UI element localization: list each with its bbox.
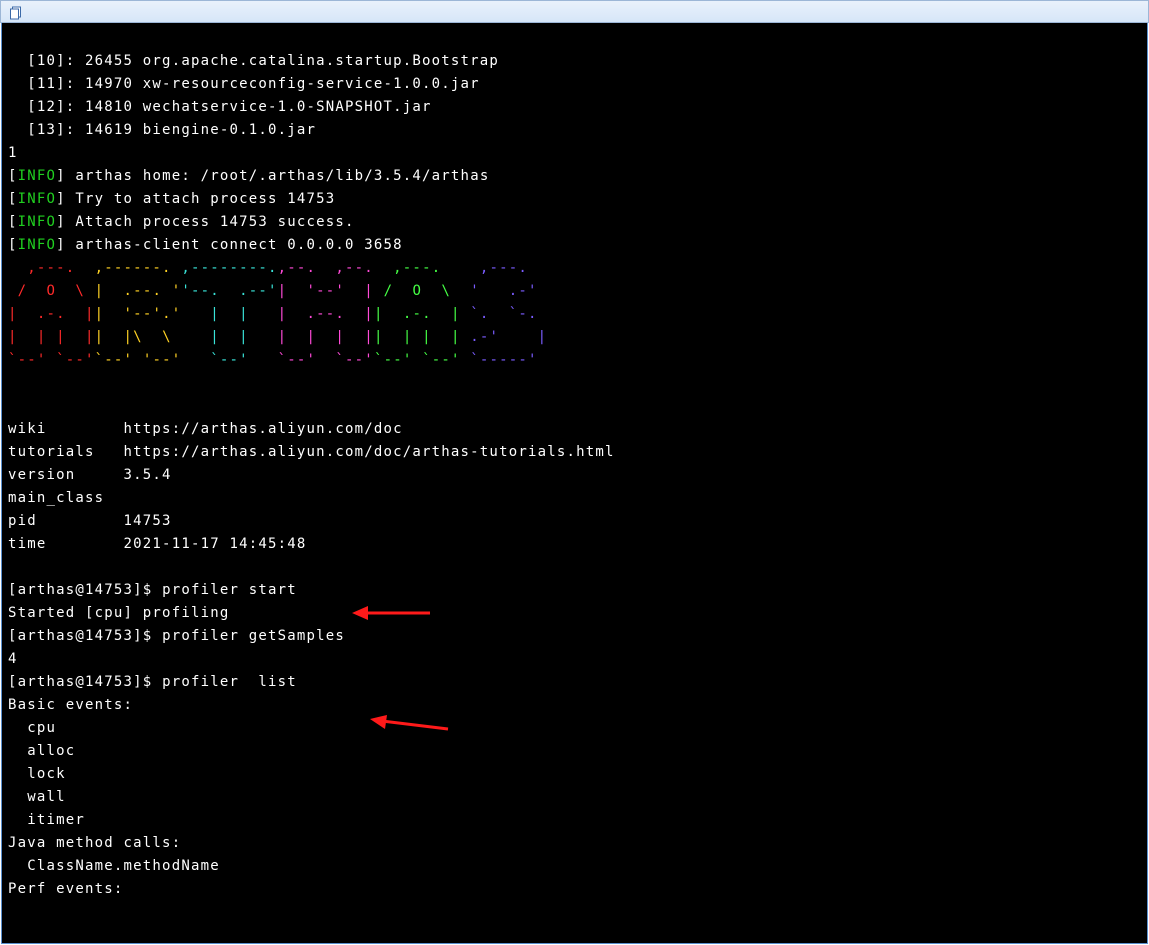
shell-output-line: alloc	[8, 743, 75, 759]
info-line: [INFO] arthas home: /root/.arthas/lib/3.…	[8, 168, 489, 184]
shell-output-line: itimer	[8, 812, 85, 828]
meta-row: tutorials https://arthas.aliyun.com/doc/…	[8, 444, 615, 460]
shell-output-line: wall	[8, 789, 66, 805]
shell-output-line: cpu	[8, 720, 56, 736]
info-line: [INFO] Try to attach process 14753	[8, 191, 335, 207]
shell-command: profiler list	[162, 674, 297, 690]
shell-prompt: [arthas@14753]$	[8, 674, 162, 690]
process-line: [13]: 14619 biengine-0.1.0.jar	[8, 122, 316, 138]
meta-row: wiki https://arthas.aliyun.com/doc	[8, 421, 403, 437]
info-line: [INFO] Attach process 14753 success.	[8, 214, 355, 230]
shell-output-line: lock	[8, 766, 66, 782]
shell-prompt: [arthas@14753]$	[8, 582, 162, 598]
ascii-banner-row: | .-. || '--'.' | | | .--. || .-. | `. `…	[8, 306, 547, 322]
terminal-output[interactable]: [10]: 26455 org.apache.catalina.startup.…	[1, 23, 1148, 944]
process-line: [10]: 26455 org.apache.catalina.startup.…	[8, 53, 499, 69]
meta-row: pid 14753	[8, 513, 172, 529]
meta-row: version 3.5.4	[8, 467, 172, 483]
meta-row: main_class	[8, 490, 124, 506]
info-line: [INFO] arthas-client connect 0.0.0.0 365…	[8, 237, 403, 253]
shell-prompt: [arthas@14753]$	[8, 628, 162, 644]
process-line: [12]: 14810 wechatservice-1.0-SNAPSHOT.j…	[8, 99, 432, 115]
ascii-banner-row: / O \ | .--. ''--. .--'| '--' | / O \ ' …	[8, 283, 547, 299]
meta-row: time 2021-11-17 14:45:48	[8, 536, 307, 552]
copy-icon[interactable]	[9, 5, 23, 19]
process-line: [11]: 14970 xw-resourceconfig-service-1.…	[8, 76, 480, 92]
shell-output-line: Basic events:	[8, 697, 133, 713]
user-input-choice: 1	[8, 145, 18, 161]
ascii-banner-row: `--' `--'`--' '--' `--' `--' `--'`--' `-…	[8, 352, 547, 368]
shell-output-line: ClassName.methodName	[8, 858, 220, 874]
shell-command: profiler getSamples	[162, 628, 345, 644]
window-titlebar	[0, 0, 1149, 23]
ascii-banner-row: ,---. ,------. ,--------.,--. ,--. ,---.…	[8, 260, 547, 276]
shell-output-line: Started [cpu] profiling	[8, 605, 229, 621]
ascii-banner-row: | | | || |\ \ | | | | | || | | | .-' |	[8, 329, 547, 345]
shell-output-line: Perf events:	[8, 881, 124, 897]
shell-output-line: 4	[8, 651, 18, 667]
shell-output-line: Java method calls:	[8, 835, 181, 851]
shell-command: profiler start	[162, 582, 297, 598]
